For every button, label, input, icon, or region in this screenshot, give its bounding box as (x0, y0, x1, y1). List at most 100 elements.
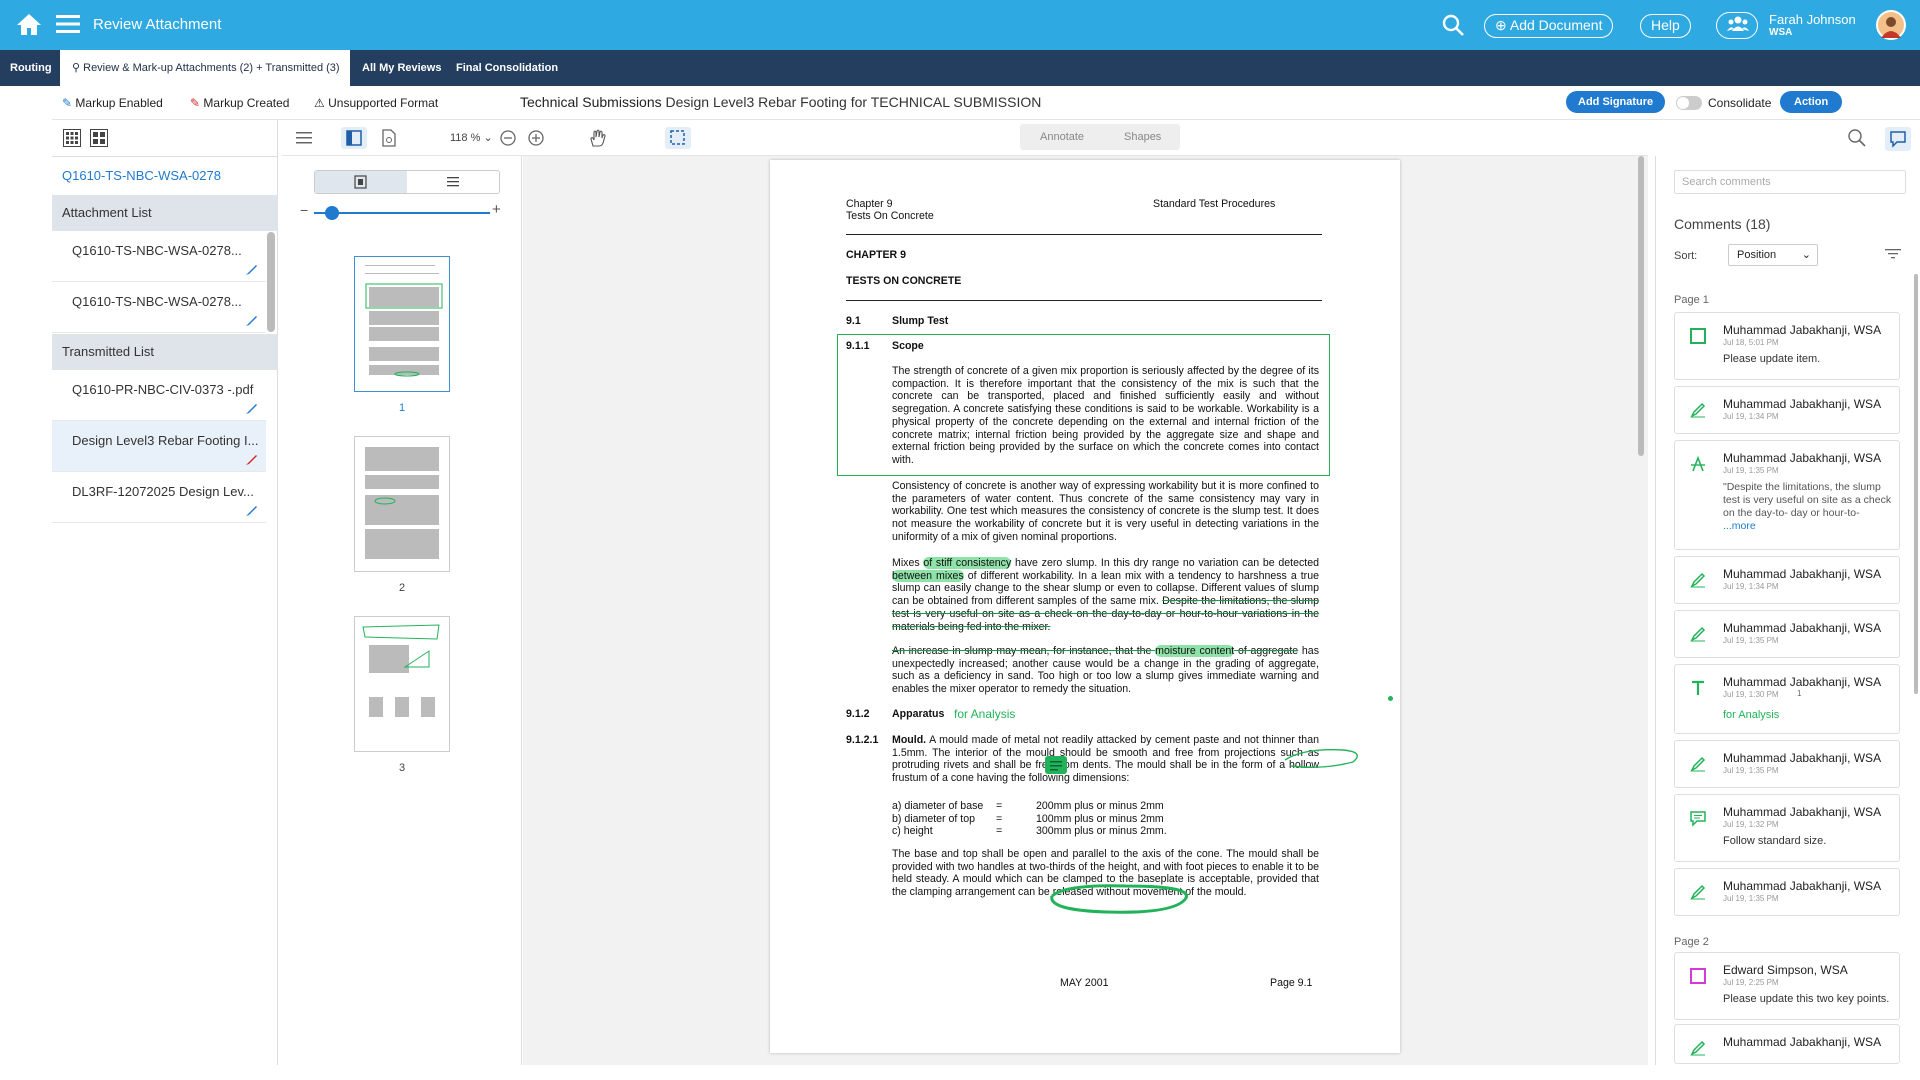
consolidate-toggle[interactable] (1676, 96, 1702, 110)
highlight-annotation[interactable]: moisture content (1155, 645, 1235, 657)
comment-card[interactable]: Muhammad Jabakhanji, WSA Jul 18, 5:01 PM P… (1674, 312, 1900, 380)
dimension-equals: = (996, 800, 1003, 812)
transmitted-item-selected[interactable]: Design Level3 Rebar Footing I... (52, 421, 266, 472)
attachment-item[interactable]: Q1610-TS-NBC-WSA-0278... (52, 282, 266, 333)
comments-panel: Search comments Comments (18) Sort: Posi… (1655, 156, 1920, 1065)
sort-select[interactable]: Position ⌄ (1728, 244, 1818, 266)
comment-date: Jul 19, 1:35 PM (1723, 766, 1779, 775)
zoom-minus-icon[interactable]: − (300, 202, 308, 218)
annotate-tab[interactable]: Annotate (1040, 131, 1084, 143)
menu-icon[interactable] (56, 14, 80, 34)
note-icon (1050, 761, 1062, 771)
user-org: WSA (1769, 27, 1793, 38)
note-annotation-icon[interactable] (1045, 756, 1067, 774)
document-toolbar: ✎ Markup Enabled ✎ Markup Created ⚠ Unsu… (52, 86, 1920, 120)
search-comments-input[interactable]: Search comments (1674, 170, 1906, 194)
comments-toggle-button[interactable] (1885, 127, 1911, 151)
comment-card[interactable]: Muhammad Jabakhanji, WSA Jul 19, 1:35 PM (1674, 868, 1900, 916)
tab-review-markup[interactable]: ⚲ Review & Mark-up Attachments (2) + Tra… (60, 50, 350, 86)
outline-tab[interactable] (407, 171, 499, 193)
text-annotation[interactable]: for Analysis (954, 707, 1015, 721)
tab-final-consolidation[interactable]: Final Consolidation (446, 50, 568, 86)
home-icon[interactable] (16, 12, 42, 36)
filter-icon[interactable] (1884, 247, 1902, 261)
section-title: Slump Test (892, 315, 949, 327)
thumbnails-icon (354, 175, 367, 189)
menu-lines-icon[interactable] (296, 129, 316, 149)
comment-author: Muhammad Jabakhanji, WSA (1723, 397, 1882, 411)
comment-body: "Despite the limitations, the slump test… (1723, 481, 1893, 533)
dimension-value: 200mm plus or minus 2mm (1036, 800, 1164, 812)
note-icon (1690, 811, 1706, 827)
page-thumbnail-1[interactable] (354, 256, 450, 392)
tile-view-icon[interactable] (90, 129, 108, 147)
ellipse-annotation[interactable] (1046, 882, 1194, 916)
zoom-in-icon[interactable] (527, 128, 547, 148)
search-icon[interactable] (1847, 128, 1867, 148)
team-button[interactable] (1716, 12, 1758, 39)
section-number: 9.1 (846, 315, 861, 327)
pan-hand-icon[interactable] (588, 128, 608, 148)
sidebar-toggle-button[interactable] (341, 127, 367, 149)
zoom-select[interactable]: 118 % ⌄ (450, 131, 493, 144)
reply-count[interactable]: 1 (1797, 689, 1801, 698)
comment-card[interactable]: Muhammad Jabakhanji, WSA Jul 19, 1:34 PM (1674, 386, 1900, 434)
search-icon[interactable] (1442, 14, 1464, 36)
comments-scrollbar[interactable] (1914, 274, 1918, 694)
action-button[interactable]: Action (1780, 91, 1843, 113)
pencil-icon (1690, 626, 1706, 642)
viewer-toolbar: 118 % ⌄ Annotate Shapes (282, 120, 1866, 156)
more-link[interactable]: ...more (1723, 520, 1756, 532)
grid-view-icon[interactable] (63, 129, 81, 147)
page-thumbnail-2[interactable] (354, 436, 450, 572)
scrollbar[interactable] (267, 232, 275, 332)
zoom-out-icon[interactable] (499, 128, 519, 148)
shapes-tab[interactable]: Shapes (1124, 131, 1161, 143)
comment-card[interactable]: Muhammad Jabakhanji, WSA Jul 19, 1:35 PM (1674, 610, 1900, 658)
select-tool-button[interactable] (665, 127, 691, 149)
tab-routing[interactable]: Routing (0, 50, 62, 86)
comment-body: Please update this two key points. (1723, 993, 1893, 1006)
comment-author: Muhammad Jabakhanji, WSA (1723, 879, 1882, 893)
comment-card[interactable]: Edward Simpson, WSA Jul 19, 2:25 PM Please… (1674, 952, 1900, 1020)
add-signature-button[interactable]: Add Signature (1566, 91, 1666, 113)
transmitted-item[interactable]: Q1610-PR-NBC-CIV-0373 -.pdf (52, 370, 266, 421)
add-document-button[interactable]: ⊕ Add Document (1484, 14, 1614, 38)
highlight-annotation[interactable]: between mixes (892, 569, 964, 582)
thumbnails-tab[interactable] (315, 171, 407, 193)
comment-author: Muhammad Jabakhanji, WSA (1723, 1035, 1882, 1049)
help-button[interactable]: Help (1640, 14, 1691, 38)
slider-handle[interactable] (324, 206, 339, 220)
tab-all-my-reviews[interactable]: All My Reviews (352, 50, 451, 86)
comment-author: Muhammad Jabakhanji, WSA (1723, 621, 1882, 635)
comment-card[interactable]: Muhammad Jabakhanji, WSA Jul 19, 1:32 PM F… (1674, 794, 1900, 862)
comment-card[interactable]: Muhammad Jabakhanji, WSA Jul 19, 1:35 PM "… (1674, 440, 1900, 550)
chevron-down-icon: ⌄ (483, 132, 493, 144)
comment-card[interactable]: Muhammad Jabakhanji, WSA Jul 19, 1:34 PM (1674, 556, 1900, 604)
comment-card[interactable]: Muhammad Jabakhanji, WSA (1674, 1024, 1900, 1064)
section-number: 9.1.2.1 (846, 734, 879, 746)
comment-date: Jul 19, 1:30 PM (1723, 690, 1779, 699)
blue-brush-icon (246, 404, 257, 414)
transmitted-item[interactable]: DL3RF-12072025 Design Lev... (52, 472, 266, 523)
viewer-scrollbar[interactable] (1638, 156, 1644, 456)
freehand-annotation[interactable] (1283, 740, 1367, 774)
pencil-icon (1690, 402, 1706, 418)
point-annotation[interactable] (1388, 696, 1393, 701)
highlight-annotation[interactable]: of stiff consistency (923, 557, 1012, 569)
thumbnail-size-slider[interactable] (314, 212, 490, 214)
reference-link[interactable]: Q1610-TS-NBC-WSA-0278 (62, 168, 221, 183)
attachment-item[interactable]: Q1610-TS-NBC-WSA-0278... (52, 231, 266, 282)
comment-card[interactable]: Muhammad Jabakhanji, WSA Jul 19, 1:30 PM 1… (1674, 664, 1900, 734)
red-brush-icon: ✎ (190, 96, 201, 110)
comment-text: Follow standard size. (1723, 835, 1827, 847)
avatar[interactable] (1876, 10, 1906, 40)
strikeout-annotation[interactable]: An increase in slump may mean, for insta… (892, 645, 1155, 657)
zoom-plus-icon[interactable]: + (492, 201, 501, 218)
page-thumbnail-3[interactable] (354, 616, 450, 752)
pencil-icon (1690, 1040, 1706, 1056)
comment-card[interactable]: Muhammad Jabakhanji, WSA Jul 19, 1:35 PM (1674, 740, 1900, 788)
blue-brush-icon: ✎ (62, 96, 73, 110)
page-icon[interactable] (380, 129, 400, 149)
tests-heading: TESTS ON CONCRETE (846, 275, 962, 287)
